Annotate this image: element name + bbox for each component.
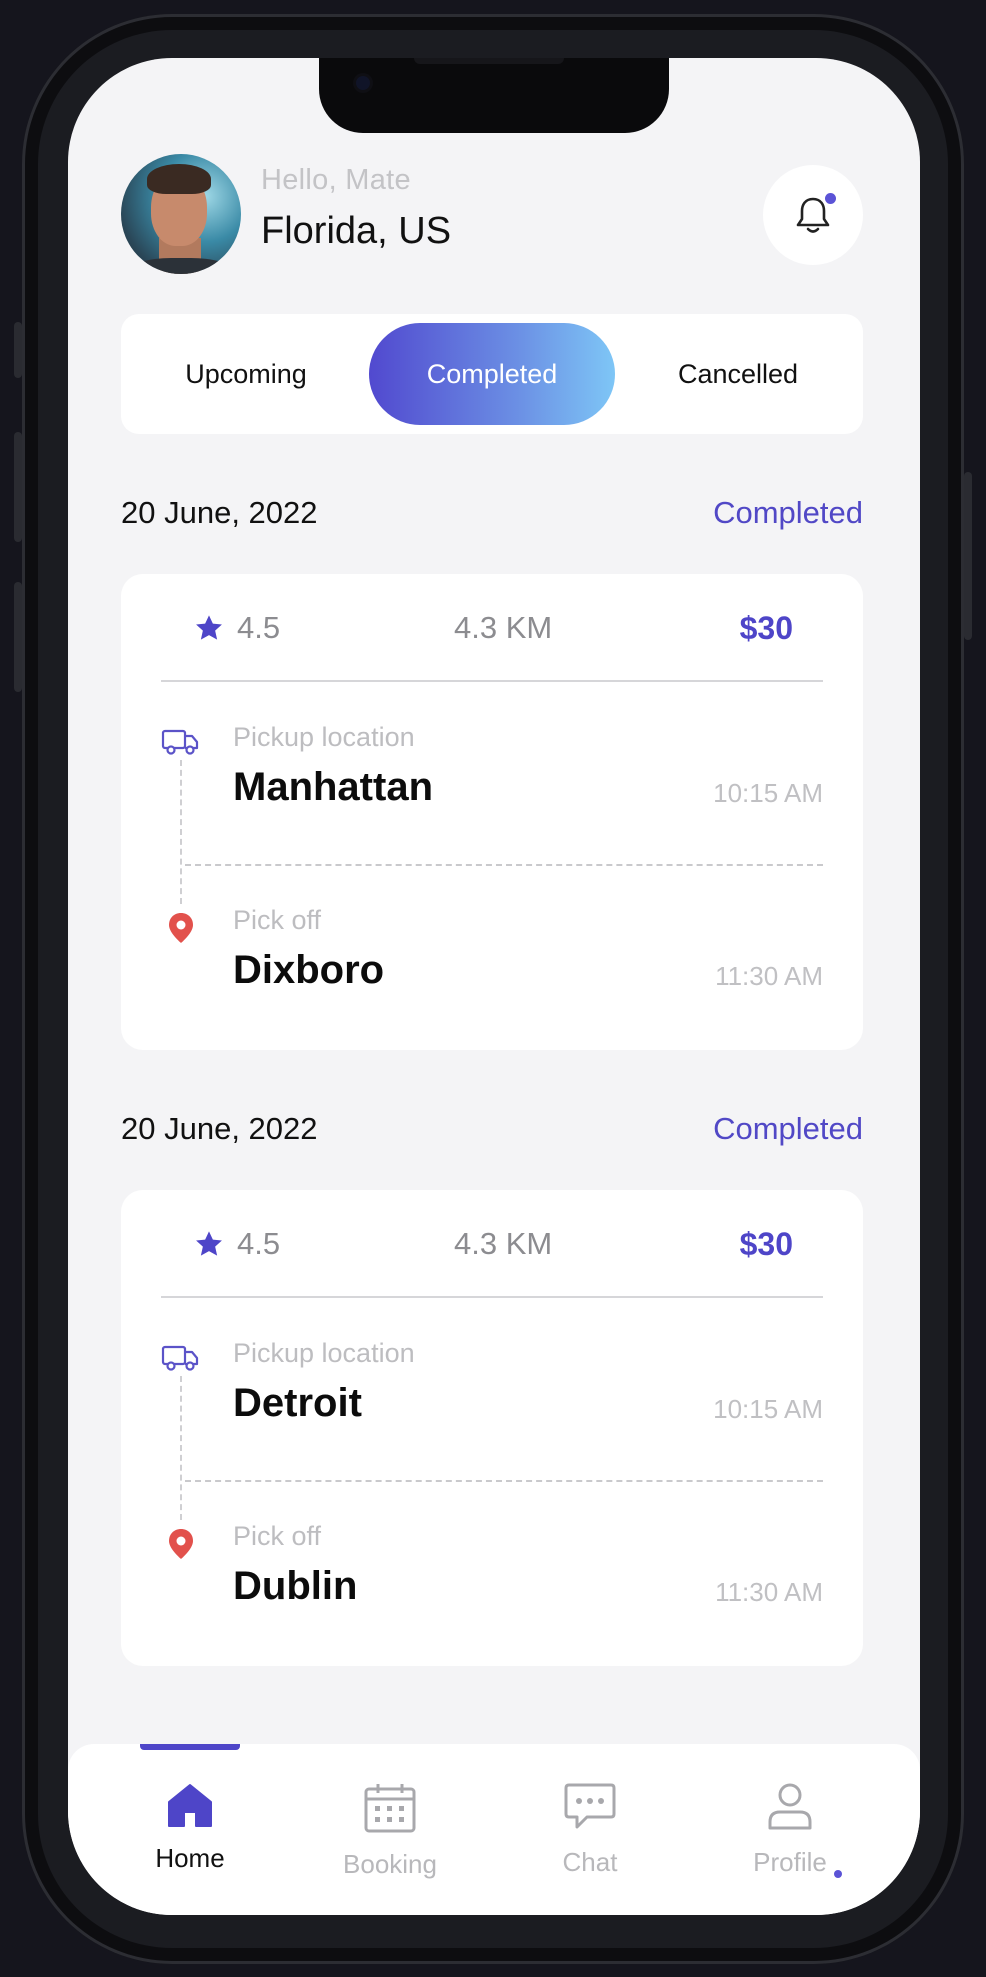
truck-icon <box>161 1345 199 1371</box>
nav-home-label: Home <box>155 1843 225 1873</box>
rating-value: 4.5 <box>237 1226 281 1261</box>
pickup-time: 10:15 AM <box>713 1394 823 1424</box>
location-title: Florida, US <box>261 210 452 252</box>
nav-profile-label: Profile <box>753 1847 827 1877</box>
nav-chat[interactable]: Chat <box>510 1782 670 1878</box>
nav-booking[interactable]: Booking <box>310 1782 470 1880</box>
mute-switch <box>14 322 22 378</box>
dropoff-place: Dublin <box>233 1564 358 1608</box>
power-button <box>964 472 972 640</box>
dashed-separator <box>185 1480 823 1482</box>
ride-card[interactable]: 4.5 4.3 KM $30 Pickup location Manhattan… <box>121 574 863 1050</box>
ride-status: Completed <box>713 1111 863 1146</box>
dropoff-label: Pick off <box>233 1521 322 1551</box>
speaker <box>414 58 564 64</box>
truck-icon <box>161 729 199 755</box>
greeting-text: Hello, Mate <box>261 164 411 196</box>
user-icon <box>768 1783 812 1830</box>
nav-profile[interactable]: Profile <box>710 1782 870 1878</box>
front-camera <box>356 76 370 90</box>
tab-completed[interactable]: Completed <box>369 323 615 425</box>
active-tab-indicator <box>140 1744 240 1750</box>
ride-card[interactable]: 4.5 4.3 KM $30 Pickup location Detroit 1… <box>121 1190 863 1666</box>
dropoff-time: 11:30 AM <box>715 961 823 991</box>
dashed-separator <box>185 864 823 866</box>
ride-date: 20 June, 2022 <box>121 1111 318 1146</box>
ride-date: 20 June, 2022 <box>121 495 318 530</box>
notification-button[interactable] <box>763 165 863 265</box>
dropoff-label: Pick off <box>233 905 322 935</box>
home-icon <box>168 1784 212 1827</box>
pickup-label: Pickup location <box>233 722 415 752</box>
app-screen: Hello, Mate Florida, US Upcoming Complet… <box>68 58 920 1915</box>
ride-status: Completed <box>713 495 863 530</box>
pickup-time: 10:15 AM <box>713 778 823 808</box>
location-pin-icon <box>169 1529 193 1559</box>
ride-distance: 4.3 KM <box>454 610 553 645</box>
profile-badge <box>834 1870 842 1878</box>
ride-distance: 4.3 KM <box>454 1226 553 1261</box>
tab-upcoming[interactable]: Upcoming <box>123 323 369 425</box>
chat-icon <box>564 1783 616 1829</box>
bottom-nav: Home Booking Chat Profile <box>68 1744 920 1915</box>
divider <box>161 680 823 682</box>
pickup-label: Pickup location <box>233 1338 415 1368</box>
ride-status-tabs: Upcoming Completed Cancelled <box>121 314 863 434</box>
star-icon <box>196 1231 222 1256</box>
volume-down-button <box>14 582 22 692</box>
star-icon <box>196 615 222 640</box>
route-line <box>180 1376 182 1520</box>
notification-badge <box>825 193 836 204</box>
tab-cancelled[interactable]: Cancelled <box>615 323 861 425</box>
nav-chat-label: Chat <box>562 1847 618 1877</box>
ride-rating: 4.5 <box>193 1226 280 1262</box>
dropoff-time: 11:30 AM <box>715 1577 823 1607</box>
location-pin-icon <box>169 913 193 943</box>
nav-booking-label: Booking <box>343 1849 437 1879</box>
avatar[interactable] <box>121 154 241 274</box>
notch <box>319 58 669 133</box>
pickup-place: Manhattan <box>233 765 433 809</box>
nav-home[interactable]: Home <box>110 1782 270 1874</box>
pickup-place: Detroit <box>233 1381 362 1425</box>
divider <box>161 1296 823 1298</box>
ride-rating: 4.5 <box>193 610 280 646</box>
calendar-icon <box>364 1784 416 1833</box>
ride-price: $30 <box>739 1226 793 1262</box>
volume-up-button <box>14 432 22 542</box>
ride-price: $30 <box>739 610 793 646</box>
rating-value: 4.5 <box>237 610 281 645</box>
dropoff-place: Dixboro <box>233 948 385 992</box>
route-line <box>180 760 182 904</box>
